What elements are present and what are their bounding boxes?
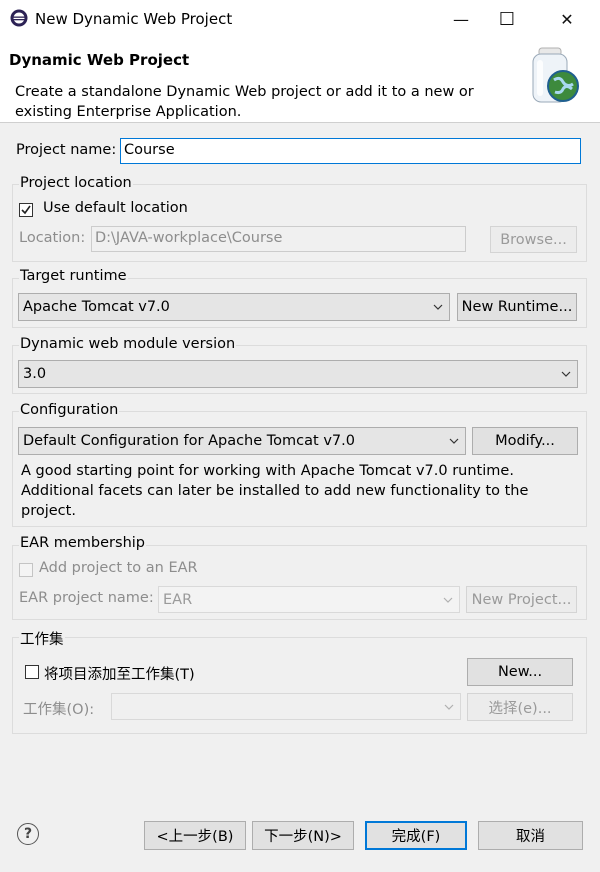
target-runtime-title: Target runtime <box>19 268 128 284</box>
new-ear-project-button[interactable]: New Project... <box>466 586 577 613</box>
finish-button[interactable]: 完成(F) <box>365 821 467 850</box>
browse-button[interactable]: Browse... <box>490 226 577 253</box>
add-to-working-set-label: 将项目添加至工作集(T) <box>44 667 195 683</box>
wizard-page-description: Create a standalone Dynamic Web project … <box>15 84 474 120</box>
project-name-input[interactable]: Course <box>120 138 581 164</box>
close-icon: ✕ <box>560 9 574 29</box>
back-button[interactable]: <上一步(B) <box>144 821 246 850</box>
wizard-page-title: Dynamic Web Project <box>9 51 190 69</box>
configuration-description: A good starting point for working with A… <box>21 463 529 519</box>
module-version-select[interactable]: 3.0 <box>18 360 578 388</box>
use-default-location-checkbox[interactable] <box>19 203 33 217</box>
add-to-ear-checkbox[interactable] <box>19 563 33 577</box>
module-version-value: 3.0 <box>23 366 47 382</box>
working-sets-title: 工作集 <box>19 628 65 649</box>
add-to-working-set-checkbox[interactable] <box>25 665 39 679</box>
configuration-value: Default Configuration for Apache Tomcat … <box>23 433 355 449</box>
ear-project-name-label: EAR project name: <box>19 590 154 606</box>
help-icon[interactable]: ? <box>17 823 39 845</box>
project-name-label: Project name: <box>16 142 117 158</box>
chevron-down-icon <box>443 597 453 603</box>
ear-membership-title: EAR membership <box>19 535 146 551</box>
window-title: New Dynamic Web Project <box>35 10 233 28</box>
use-default-location-label: Use default location <box>43 200 188 216</box>
chevron-down-icon <box>433 304 443 310</box>
project-location-title: Project location <box>19 175 133 191</box>
working-sets-label: 工作集(O): <box>23 702 95 718</box>
minimize-icon: — <box>453 9 469 29</box>
module-version-title: Dynamic web module version <box>19 336 237 352</box>
select-working-sets-button[interactable]: 选择(e)... <box>467 693 573 721</box>
maximize-button[interactable]: ☐ <box>484 0 530 38</box>
eclipse-icon <box>10 9 28 27</box>
add-to-ear-label: Add project to an EAR <box>39 560 198 576</box>
ear-project-name-select[interactable]: EAR <box>158 586 460 613</box>
location-input[interactable]: D:\JAVA-workplace\Course <box>91 226 466 252</box>
chevron-down-icon <box>444 704 454 710</box>
working-sets-select[interactable] <box>111 693 461 720</box>
new-runtime-button[interactable]: New Runtime... <box>457 293 577 321</box>
modify-button[interactable]: Modify... <box>472 427 578 455</box>
wizard-header: Dynamic Web Project Create a standalone … <box>0 38 600 123</box>
location-label: Location: <box>19 230 86 246</box>
cancel-button[interactable]: 取消 <box>478 821 583 850</box>
configuration-title: Configuration <box>19 402 120 418</box>
web-project-jar-globe-icon <box>532 47 579 103</box>
checkmark-icon <box>21 205 31 215</box>
ear-project-name-value: EAR <box>163 592 193 608</box>
close-button[interactable]: ✕ <box>544 0 590 38</box>
title-bar[interactable]: New Dynamic Web Project — ☐ ✕ <box>0 0 600 38</box>
maximize-icon: ☐ <box>498 8 516 30</box>
help-glyph: ? <box>23 826 33 842</box>
minimize-button[interactable]: — <box>438 0 484 38</box>
chevron-down-icon <box>449 438 459 444</box>
configuration-select[interactable]: Default Configuration for Apache Tomcat … <box>18 427 466 455</box>
new-working-set-button[interactable]: New... <box>467 658 573 686</box>
target-runtime-select[interactable]: Apache Tomcat v7.0 <box>18 293 450 321</box>
next-button[interactable]: 下一步(N)> <box>252 821 354 850</box>
chevron-down-icon <box>561 371 571 377</box>
target-runtime-value: Apache Tomcat v7.0 <box>23 299 170 315</box>
